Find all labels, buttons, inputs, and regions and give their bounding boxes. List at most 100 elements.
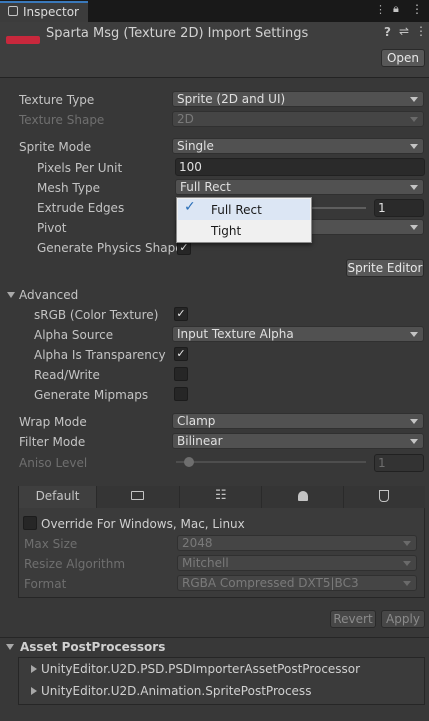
max-size-dropdown: 2048	[177, 535, 417, 551]
srgb-label: sRGB (Color Texture)	[34, 308, 159, 322]
dropdown-item-full-rect[interactable]: ✓ Full Rect	[178, 199, 310, 220]
presets-icon[interactable]: ⇌	[399, 24, 409, 38]
chevron-down-icon	[410, 332, 418, 337]
sprite-mode-label: Sprite Mode	[19, 140, 92, 154]
chevron-down-icon	[410, 185, 418, 190]
more-vert-icon[interactable]: ⋮	[415, 24, 427, 38]
aniso-level-input: 1	[374, 454, 424, 472]
aniso-level-label: Aniso Level	[19, 456, 88, 470]
postprocessors-expand-icon[interactable]	[6, 644, 14, 650]
dropdown-item-label: Tight	[211, 224, 242, 238]
list-item[interactable]: UnityEditor.U2D.PSD.PSDImporterAssetPost…	[41, 662, 360, 676]
aniso-level-slider-knob	[184, 457, 194, 467]
read-write-checkbox[interactable]	[174, 367, 188, 381]
mesh-type-dropdown-menu: ✓ Full Rect Tight	[176, 197, 312, 243]
tab-webgl[interactable]	[344, 486, 425, 508]
advanced-foldout[interactable]: Advanced	[19, 288, 78, 302]
chevron-down-icon	[410, 144, 418, 149]
menu-icon[interactable]: ⋮	[411, 2, 423, 16]
tab-android[interactable]	[262, 486, 344, 508]
texture-shape-dropdown: 2D	[172, 111, 424, 127]
wrap-mode-dropdown[interactable]: Clamp	[172, 413, 424, 429]
alpha-is-transparency-label: Alpha Is Transparency	[34, 348, 166, 362]
mesh-type-dropdown[interactable]: Full Rect	[175, 179, 424, 195]
revert-button[interactable]: Revert	[330, 610, 376, 628]
override-label: Override For Windows, Mac, Linux	[41, 517, 245, 531]
chevron-down-icon	[410, 419, 418, 424]
dropdown-item-tight[interactable]: Tight	[178, 221, 310, 242]
info-icon	[8, 6, 18, 16]
generate-physics-shape-label: Generate Physics Shape	[37, 241, 183, 255]
filter-mode-label: Filter Mode	[19, 435, 86, 449]
list-item[interactable]: UnityEditor.U2D.Animation.SpritePostProc…	[41, 684, 311, 698]
tab-default[interactable]: Default	[19, 486, 97, 508]
resize-algorithm-dropdown: Mitchell	[177, 555, 417, 571]
mesh-type-label: Mesh Type	[37, 181, 100, 195]
resize-algorithm-value: Mitchell	[182, 556, 229, 570]
max-size-label: Max Size	[24, 537, 78, 551]
chevron-down-icon	[403, 541, 411, 546]
resize-algorithm-label: Resize Algorithm	[24, 557, 126, 571]
generate-mipmaps-label: Generate Mipmaps	[34, 388, 149, 402]
advanced-expand-icon[interactable]	[7, 292, 15, 298]
page-title: Sparta Msg (Texture 2D) Import Settings	[46, 26, 309, 41]
read-write-label: Read/Write	[34, 368, 100, 382]
dropdown-item-label: Full Rect	[211, 203, 262, 217]
srgb-checkbox[interactable]: ✓	[174, 307, 188, 321]
asset-postprocessors-header[interactable]: Asset PostProcessors	[20, 640, 165, 654]
help-icon[interactable]: ?	[384, 25, 391, 39]
mesh-type-value: Full Rect	[180, 180, 231, 194]
android-icon	[298, 491, 308, 501]
open-button[interactable]: Open	[381, 49, 425, 67]
format-label: Format	[24, 577, 67, 591]
aniso-level-slider-track	[176, 461, 366, 463]
texture-shape-value: 2D	[177, 112, 194, 126]
apply-button[interactable]: Apply	[381, 610, 425, 628]
section-divider	[0, 637, 429, 638]
checkmark-icon: ✓	[184, 199, 196, 215]
chevron-down-icon	[403, 561, 411, 566]
window-tab-bar: Inspector ⋮ 🔒︎ ⋮	[0, 0, 429, 22]
alpha-is-transparency-checkbox[interactable]: ✓	[174, 347, 188, 361]
texture-shape-label: Texture Shape	[19, 113, 105, 127]
monitor-icon	[131, 491, 144, 500]
chevron-down-icon	[410, 439, 418, 444]
chevron-right-icon[interactable]	[31, 687, 37, 695]
pivot-label: Pivot	[37, 221, 67, 235]
inspector-header: Sparta Msg (Texture 2D) Import Settings …	[0, 22, 429, 78]
tab-server[interactable]: ☷	[180, 486, 262, 508]
wrap-mode-label: Wrap Mode	[19, 415, 87, 429]
texture-type-dropdown[interactable]: Sprite (2D and UI)	[172, 91, 424, 107]
sprite-mode-value: Single	[177, 139, 214, 153]
sprite-editor-button[interactable]: Sprite Editor	[346, 259, 424, 277]
filter-mode-value: Bilinear	[177, 434, 223, 448]
tab-inspector[interactable]: Inspector	[0, 1, 88, 22]
format-value: RGBA Compressed DXT5|BC3	[182, 576, 359, 590]
tab-standalone[interactable]	[97, 486, 180, 508]
pixels-per-unit-input[interactable]: 100	[175, 158, 425, 176]
more-vert-icon[interactable]: ⋮	[375, 3, 386, 16]
extrude-edges-label: Extrude Edges	[37, 201, 125, 215]
alpha-source-value: Input Texture Alpha	[177, 327, 294, 341]
texture-thumbnail	[6, 36, 40, 44]
texture-type-value: Sprite (2D and UI)	[177, 92, 286, 106]
texture-type-label: Texture Type	[19, 93, 95, 107]
chevron-down-icon	[410, 117, 418, 122]
tab-inspector-label: Inspector	[23, 5, 79, 19]
html5-icon	[379, 490, 389, 502]
override-checkbox[interactable]	[23, 516, 37, 530]
alpha-source-label: Alpha Source	[34, 328, 114, 342]
chevron-down-icon	[410, 97, 418, 102]
extrude-edges-input[interactable]: 1	[374, 199, 424, 217]
grid-icon: ☷	[215, 488, 227, 503]
lock-icon[interactable]: 🔒︎	[393, 2, 399, 16]
sprite-mode-dropdown[interactable]: Single	[172, 138, 424, 154]
generate-physics-shape-checkbox[interactable]: ✓	[177, 241, 191, 255]
generate-mipmaps-checkbox[interactable]	[174, 387, 188, 401]
max-size-value: 2048	[182, 536, 213, 550]
chevron-right-icon[interactable]	[31, 665, 37, 673]
filter-mode-dropdown[interactable]: Bilinear	[172, 433, 424, 449]
format-dropdown: RGBA Compressed DXT5|BC3	[177, 575, 417, 591]
pixels-per-unit-label: Pixels Per Unit	[37, 161, 123, 175]
alpha-source-dropdown[interactable]: Input Texture Alpha	[172, 326, 424, 342]
